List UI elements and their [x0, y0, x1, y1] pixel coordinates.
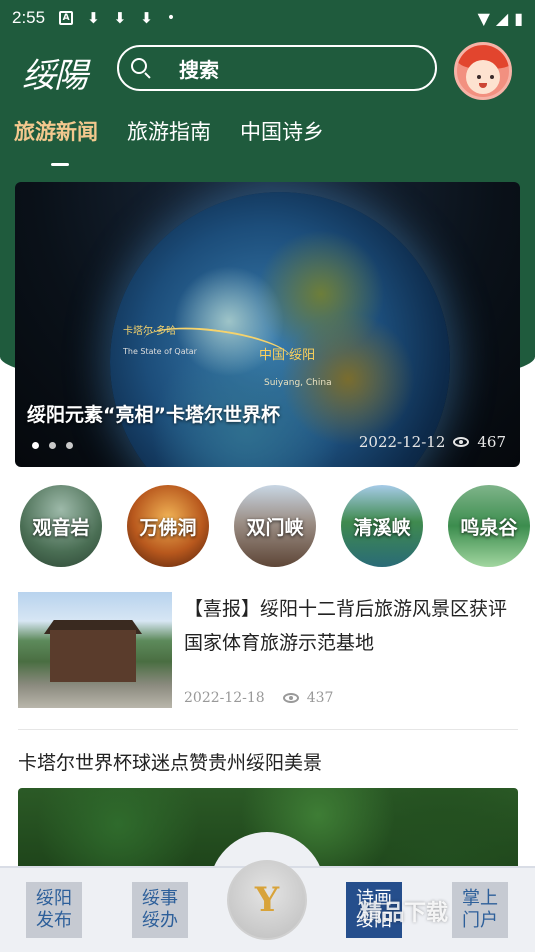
carousel-dot[interactable]	[49, 442, 56, 449]
tab-bar: 旅游新闻 旅游指南 中国诗乡	[14, 116, 324, 146]
divider	[18, 729, 518, 730]
nav-center-button[interactable]: Y	[227, 860, 307, 940]
wifi-icon: ▼	[477, 8, 490, 28]
nav-label-line1: 掌上	[462, 888, 498, 909]
nav-label-line1: 绥阳	[36, 888, 72, 909]
status-icons-left: A ⬇ ⬇ ⬇ •	[59, 9, 175, 27]
news-meta: 2022-12-18 437	[184, 690, 333, 706]
active-tab-indicator	[51, 163, 69, 166]
hero-banner[interactable]: 卡塔尔·多哈 The State of Qatar 中国·绥阳 Suiyang,…	[15, 182, 520, 467]
status-bar: 2:55 A ⬇ ⬇ ⬇ • ▼ ◢ ▮	[0, 0, 535, 36]
carousel-dot[interactable]	[32, 442, 39, 449]
search-icon	[131, 58, 151, 79]
tab-travel-news[interactable]: 旅游新闻	[14, 116, 98, 146]
news-title: 【喜报】绥阳十二背后旅游风景区获评国家体育旅游示范基地	[184, 598, 508, 654]
dot-icon: •	[166, 10, 176, 26]
news-title[interactable]: 卡塔尔世界杯球迷点赞贵州绥阳美景	[18, 748, 322, 775]
top-row: 绥陽 搜索	[0, 42, 535, 100]
nav-label-line2: 绥办	[142, 910, 178, 931]
news-thumbnail	[18, 592, 172, 708]
app-logo: 绥陽	[22, 56, 88, 96]
scenic-spot-list: 观音岩 万佛洞 双门峡 清溪峡 鸣泉谷	[20, 485, 530, 567]
download-icon: ⬇	[87, 9, 100, 27]
watermark: 精品下载	[360, 901, 449, 926]
news-date: 2022-12-18	[184, 690, 265, 706]
nav-portal[interactable]: 掌上 门户	[452, 882, 508, 938]
nav-label-line1: 绥事	[142, 888, 178, 909]
scenic-spot-wanfodong[interactable]: 万佛洞	[127, 485, 209, 567]
tab-poetry-town[interactable]: 中国诗乡	[240, 116, 324, 146]
banner-title: 绥阳元素“亮相”卡塔尔世界杯	[27, 404, 280, 426]
news-item[interactable]: 【喜报】绥阳十二背后旅游风景区获评国家体育旅游示范基地 2022-12-18 4…	[18, 592, 518, 728]
marker-a-en-label: The State of Qatar	[123, 347, 197, 356]
scenic-spot-shuangmenxia[interactable]: 双门峡	[234, 485, 316, 567]
eye-icon	[453, 437, 470, 447]
status-time: 2:55	[12, 8, 46, 27]
search-input[interactable]: 搜索	[117, 45, 437, 91]
news-views: 437	[306, 690, 334, 706]
banner-meta: 2022-12-12 467	[359, 433, 506, 451]
nav-label-line2: 发布	[36, 910, 72, 931]
nav-suiyang-release[interactable]: 绥阳 发布	[26, 882, 82, 938]
marker-a-label: 卡塔尔·多哈	[123, 326, 177, 337]
tab-travel-guide[interactable]: 旅游指南	[127, 116, 211, 146]
signal-icon: ◢	[495, 8, 509, 28]
avatar[interactable]	[454, 42, 512, 100]
map-marker-qatar: 卡塔尔·多哈 The State of Qatar	[123, 322, 197, 356]
eye-icon	[282, 693, 299, 703]
carousel-dots	[32, 442, 73, 449]
scenic-spot-mingquangu[interactable]: 鸣泉谷	[448, 485, 530, 567]
nav-label-line2: 门户	[462, 910, 498, 931]
status-icons-right: ▼ ◢ ▮	[478, 9, 523, 28]
banner-date: 2022-12-12	[358, 433, 446, 451]
marker-b-en-label: Suiyang, China	[264, 378, 332, 388]
a-box-icon: A	[59, 11, 74, 25]
map-marker-suiyang: 中国·绥阳	[259, 348, 316, 363]
nav-affairs[interactable]: 绥事 绥办	[132, 882, 188, 938]
search-placeholder: 搜索	[179, 57, 219, 82]
scenic-spot-guanyinyan[interactable]: 观音岩	[20, 485, 102, 567]
download-icon: ⬇	[140, 9, 153, 27]
banner-views: 467	[477, 433, 506, 451]
carousel-dot[interactable]	[66, 442, 73, 449]
scenic-spot-qingxixia[interactable]: 清溪峡	[341, 485, 423, 567]
download-icon: ⬇	[113, 9, 127, 27]
center-logo-icon: Y	[254, 880, 280, 920]
battery-icon: ▮	[514, 8, 523, 28]
